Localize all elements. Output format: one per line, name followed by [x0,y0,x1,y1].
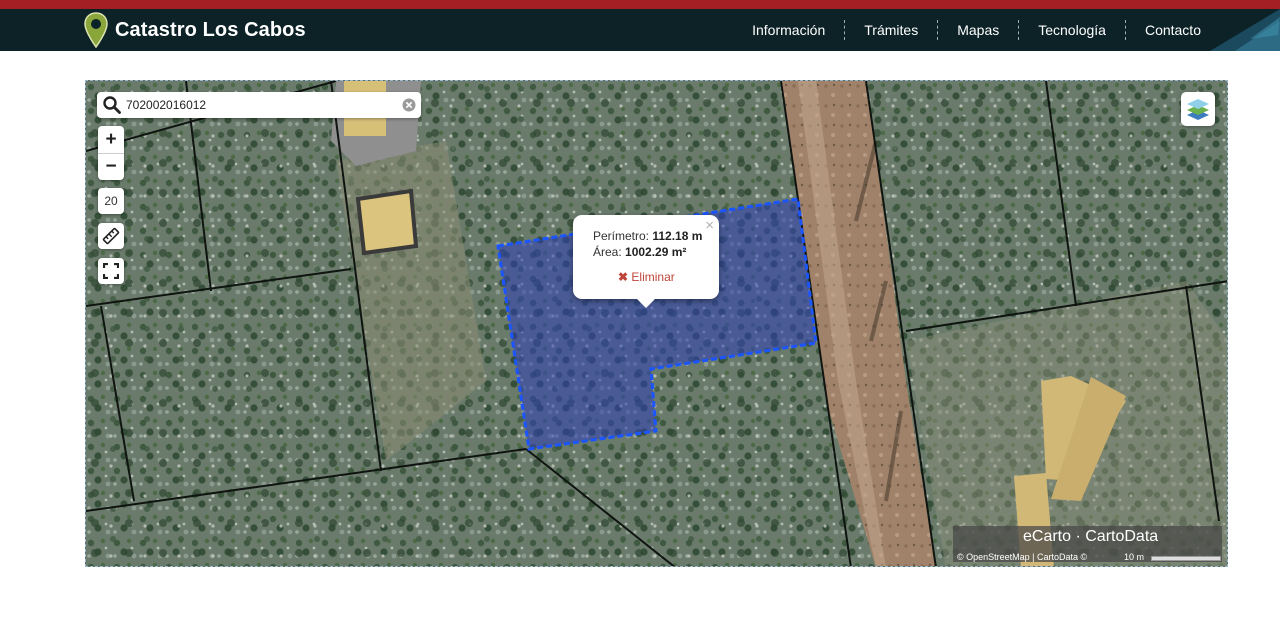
map-viewer[interactable]: + − 20 × Perímetro: 112.18 m Área: [85,80,1228,567]
attribution-text[interactable]: © OpenStreetMap | CartoData © [957,552,1087,562]
attribution-box: eCarto · CartoData © OpenStreetMap | Car… [953,526,1222,562]
fullscreen-icon [103,263,119,279]
navbar: Catastro Los Cabos Información Trámites … [0,9,1280,51]
zoom-in-button[interactable]: + [98,126,124,153]
scale-bar [1151,556,1221,561]
popup-close-button[interactable]: × [705,217,714,234]
clear-icon[interactable] [402,98,416,112]
delete-button[interactable]: ✖ Eliminar [618,270,675,284]
map-brand-title: eCarto · CartoData [1023,528,1159,545]
brand-title: Catastro Los Cabos [115,18,306,41]
layers-icon [1187,99,1209,120]
satellite-imagery[interactable] [86,81,1228,567]
zoom-control: + − [98,126,124,180]
nav-item-mapas[interactable]: Mapas [938,21,1018,39]
delete-icon: ✖ [618,270,629,284]
search-bar [97,92,421,118]
perimeter-label: Perímetro: [593,229,650,243]
brand[interactable]: Catastro Los Cabos [84,9,306,51]
zoom-level-display: 20 [98,188,124,214]
delete-label: Eliminar [631,270,675,284]
top-accent-stripe [0,0,1280,9]
location-pin-icon [84,12,108,48]
search-input[interactable] [126,98,396,112]
area-label: Área: [593,245,622,259]
nav-item-informacion[interactable]: Información [733,21,844,39]
area-row: Área: 1002.29 m² [593,245,686,259]
fullscreen-button[interactable] [98,258,124,284]
nav-item-tramites[interactable]: Trámites [845,21,937,39]
perimeter-value: 112.18 m [652,229,703,243]
area-value: 1002.29 m² [625,245,687,259]
scale-label: 10 m [1124,552,1145,562]
measurement-popup: × Perímetro: 112.18 m Área: 1002.29 m² ✖… [573,215,719,308]
nav-item-tecnologia[interactable]: Tecnología [1019,21,1125,39]
measure-button[interactable] [98,223,124,249]
nav-item-contacto[interactable]: Contacto [1126,21,1220,39]
layers-button[interactable] [1181,92,1215,126]
main-nav: Información Trámites Mapas Tecnología Co… [733,9,1220,51]
zoom-out-button[interactable]: − [98,153,124,180]
ruler-icon [102,227,120,245]
perimeter-row: Perímetro: 112.18 m [593,229,702,243]
search-icon[interactable] [102,95,122,115]
